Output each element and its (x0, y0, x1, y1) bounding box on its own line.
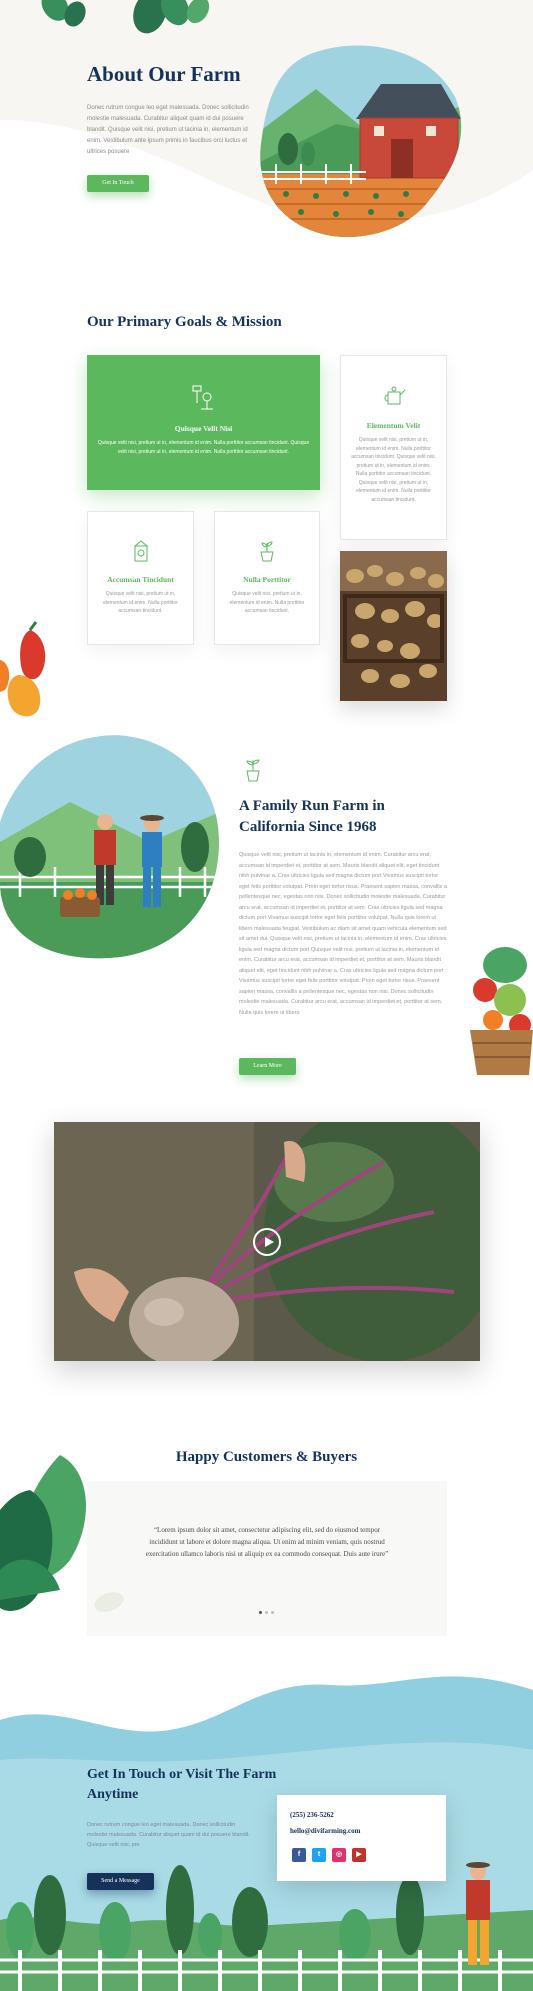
goal-card: Quisque Velit Nisi Quisque velit nisi, p… (87, 355, 320, 490)
contact-info-card (277, 1795, 446, 1881)
get-in-touch-button[interactable]: Get In Touch (87, 175, 149, 192)
family-illustration (0, 735, 219, 959)
goal-card-text: Quisque velit nisi, pretium ut in, eleme… (229, 591, 305, 614)
plant-pot-icon (246, 759, 260, 782)
peppers-decoration (0, 621, 46, 717)
testimonial-quote: “Lorem ipsum dolor sit amet, consectetur… (145, 1526, 389, 1558)
slider-dot[interactable] (271, 1611, 274, 1614)
play-icon[interactable] (253, 1228, 281, 1256)
twitter-icon[interactable]: t (312, 1848, 326, 1862)
slider-dot-active[interactable] (259, 1611, 262, 1614)
youtube-icon[interactable]: ▶ (352, 1848, 366, 1862)
goal-card-title: Nulla Porttitor (243, 575, 291, 584)
goal-card-text: Quisque velit nisi, pretium ut in, eleme… (97, 440, 310, 455)
goal-card-title: Quisque Velit Nisi (174, 424, 233, 433)
goal-card: Accumsan Tincidunt Quisque velit nisi, p… (87, 511, 194, 645)
potatoes-photo (340, 551, 447, 701)
leaf-watermark-icon (94, 1592, 124, 1612)
email-link[interactable]: hello@divifarming.com (290, 1827, 360, 1835)
contact-description: Donec rutrum congue leo eget malesuada. … (87, 1822, 250, 1848)
goal-card-title: Elementum Velit (366, 421, 421, 430)
goal-card-text: Quisque velit nisi, pretium ut in, eleme… (351, 437, 436, 503)
slider-dot[interactable] (265, 1611, 268, 1614)
contact-background (0, 1676, 533, 1991)
seedling-icon (192, 385, 213, 410)
phone-number[interactable]: (255) 236-5262 (290, 1811, 334, 1819)
learn-more-button[interactable]: Learn More (239, 1058, 296, 1075)
leaf-decoration (0, 1455, 87, 1611)
watering-can-icon (384, 386, 405, 405)
goals-heading: Our Primary Goals & Mission (87, 314, 282, 330)
hero-description: Donec rutrum congue leo eget malesuada. … (87, 105, 249, 155)
goal-card-title: Accumsan Tincidunt (107, 575, 174, 584)
instagram-icon[interactable]: ◎ (332, 1848, 346, 1862)
family-description: Quisque velit nisi, pretium ut lacinia i… (239, 852, 447, 1016)
contact-heading: Get In Touch or Visit The Farm Anytime (87, 1767, 277, 1802)
send-message-button[interactable]: Send a Message (87, 1873, 154, 1890)
goal-card: Elementum Velit Quisque velit nisi, pret… (340, 355, 447, 540)
milk-carton-icon (133, 540, 148, 562)
goal-card: Nulla Porttitor Quisque velit nisi, pret… (214, 511, 320, 645)
page-title: About Our Farm (87, 62, 241, 86)
facebook-icon[interactable]: f (292, 1848, 306, 1862)
vegetable-basket-decoration (470, 947, 533, 1075)
customers-heading: Happy Customers & Buyers (175, 1449, 358, 1465)
family-heading: A Family Run Farm in California Since 19… (239, 798, 385, 835)
farm-illustration (260, 45, 462, 237)
goal-card-text: Quisque velit nisi, pretium ut in, eleme… (103, 591, 178, 614)
plant-pot-icon (260, 541, 274, 562)
